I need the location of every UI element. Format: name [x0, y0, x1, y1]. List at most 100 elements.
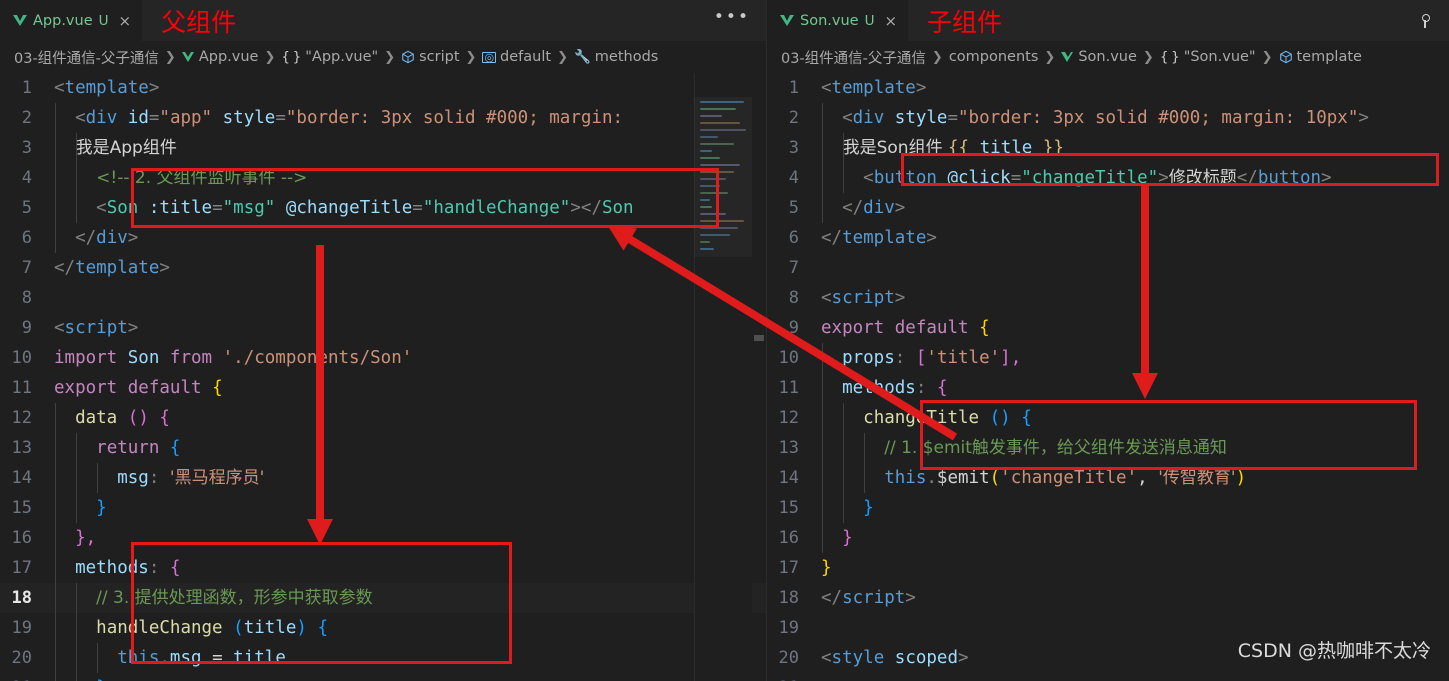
code-line[interactable]: 15 }	[0, 493, 766, 523]
code-token: template	[65, 78, 149, 98]
code-line[interactable]: 13 // 1. $emit触发事件，给父组件发送消息通知	[767, 433, 1449, 463]
code-line[interactable]: 13 return {	[0, 433, 766, 463]
code-line[interactable]: 16 }	[767, 523, 1449, 553]
indent-guide	[76, 463, 77, 493]
tab-son-vue[interactable]: Son.vue U ×	[767, 0, 908, 41]
code-token: </	[821, 228, 842, 248]
code-line[interactable]: 12 changeTitle () {	[767, 403, 1449, 433]
breadcrumb-item[interactable]: components	[949, 49, 1039, 65]
code-line[interactable]: 11export default {	[0, 373, 766, 403]
breadcrumb-item[interactable]: 🔧methods	[574, 49, 658, 65]
code-token	[821, 198, 842, 218]
minimap-left[interactable]	[694, 73, 752, 681]
code-line[interactable]: 4 <!-- 2. 父组件监听事件 -->	[0, 163, 766, 193]
code-line[interactable]: 1<template>	[0, 73, 766, 103]
code-line[interactable]: 7	[767, 253, 1449, 283]
code-token: =	[275, 108, 286, 128]
code-line[interactable]: 17 methods: {	[0, 553, 766, 583]
code-token: "changeTitle"	[1021, 168, 1158, 188]
code-token	[821, 528, 842, 548]
breadcrumb-left: 03-组件通信-父子通信❯App.vue❯{ }"App.vue"❯script…	[0, 41, 766, 73]
indent-guide	[822, 373, 823, 403]
line-number: 19	[0, 613, 54, 643]
code-line[interactable]: 21	[767, 673, 1449, 681]
code-line-content: <Son :title="msg" @changeTitle="handleCh…	[54, 193, 766, 223]
code-line[interactable]: 6</template>	[767, 223, 1449, 253]
breadcrumb-item[interactable]: Son.vue	[1061, 49, 1137, 65]
pin-editor-icon[interactable]	[1417, 13, 1433, 29]
code-line[interactable]: 3 我是App组件	[0, 133, 766, 163]
breadcrumb-separator: ❯	[931, 50, 944, 65]
breadcrumb-item[interactable]: 03-组件通信-父子通信	[781, 47, 926, 68]
line-number: 8	[767, 283, 821, 313]
code-line[interactable]: 5 </div>	[767, 193, 1449, 223]
code-line[interactable]: 15 }	[767, 493, 1449, 523]
code-line[interactable]: 12 data () {	[0, 403, 766, 433]
code-line[interactable]: 14 msg: '黑马程序员'	[0, 463, 766, 493]
indent-guide	[76, 673, 77, 681]
code-line[interactable]: 1<template>	[767, 73, 1449, 103]
code-token: title	[980, 138, 1033, 158]
code-line[interactable]: 20 this.msg = title	[0, 643, 766, 673]
line-number: 4	[767, 163, 821, 193]
code-token: export	[54, 378, 117, 398]
code-token: default	[895, 318, 969, 338]
code-line[interactable]: 19 handleChange (title) {	[0, 613, 766, 643]
code-token: <	[821, 288, 832, 308]
code-line[interactable]: 2 <div id="app" style="border: 3px solid…	[0, 103, 766, 133]
code-line[interactable]: 8<script>	[767, 283, 1449, 313]
breadcrumb-item[interactable]: template	[1279, 49, 1362, 65]
code-token	[117, 108, 128, 128]
code-token: :	[916, 378, 927, 398]
code-editor-right[interactable]: 1<template>2 <div style="border: 3px sol…	[767, 73, 1449, 681]
code-line[interactable]: 18</script>	[767, 583, 1449, 613]
breadcrumb-item[interactable]: script	[401, 49, 459, 65]
code-line-content: </div>	[821, 193, 1449, 223]
code-token: :	[895, 348, 906, 368]
breadcrumb-item[interactable]: ◎default	[482, 49, 551, 65]
code-line-content: <div id="app" style="border: 3px solid #…	[54, 103, 766, 133]
code-token: changeTitle	[863, 408, 979, 428]
code-line[interactable]: 10 props: ['title'],	[767, 343, 1449, 373]
code-token	[969, 318, 980, 338]
tab-app-vue[interactable]: App.vue U ×	[0, 0, 142, 41]
breadcrumb-item[interactable]: { }"Son.vue"	[1160, 49, 1256, 65]
code-line[interactable]: 17}	[767, 553, 1449, 583]
close-icon[interactable]: ×	[119, 14, 132, 29]
code-token: title	[244, 618, 297, 638]
close-icon[interactable]: ×	[884, 14, 897, 29]
code-line[interactable]: 9export default {	[767, 313, 1449, 343]
indent-guide	[843, 463, 844, 493]
code-token: msg	[170, 648, 202, 668]
code-line[interactable]: 6 </div>	[0, 223, 766, 253]
code-line[interactable]: 10import Son from './components/Son'	[0, 343, 766, 373]
code-editor-left[interactable]: 1<template>2 <div id="app" style="border…	[0, 73, 766, 681]
indent-guide	[822, 523, 823, 553]
code-line[interactable]: 2 <div style="border: 3px solid #000; ma…	[767, 103, 1449, 133]
code-line-content: return {	[54, 433, 766, 463]
code-line[interactable]: 11 methods: {	[767, 373, 1449, 403]
code-line[interactable]: 5 <Son :title="msg" @changeTitle="handle…	[0, 193, 766, 223]
code-line[interactable]: 18 // 3. 提供处理函数，形参中获取参数	[0, 583, 766, 613]
code-line[interactable]: 16 },	[0, 523, 766, 553]
code-token: @click	[947, 168, 1010, 188]
code-line[interactable]: 14 this.$emit('changeTitle', '传智教育')	[767, 463, 1449, 493]
code-line[interactable]: 9<script>	[0, 313, 766, 343]
indent-guide	[76, 163, 77, 193]
code-line-content: export default {	[821, 313, 1449, 343]
code-line[interactable]: 8	[0, 283, 766, 313]
minimap-slider[interactable]	[694, 97, 752, 257]
breadcrumb-item[interactable]: 03-组件通信-父子通信	[14, 47, 159, 68]
breadcrumb-item[interactable]: { }"App.vue"	[281, 49, 378, 65]
breadcrumb-item[interactable]: App.vue	[182, 49, 259, 65]
vertical-scrollbar-left[interactable]	[752, 73, 766, 681]
scrollbar-thumb[interactable]	[754, 335, 764, 341]
line-number: 21	[767, 673, 821, 681]
code-line[interactable]: 3 我是Son组件 {{ title }}	[767, 133, 1449, 163]
more-actions-icon[interactable]: •••	[714, 9, 750, 32]
code-token: </	[581, 198, 602, 218]
code-line[interactable]: 7</template>	[0, 253, 766, 283]
code-line[interactable]: 21 }	[0, 673, 766, 681]
code-token: return	[96, 438, 159, 458]
code-line[interactable]: 4 <button @click="changeTitle">修改标题</but…	[767, 163, 1449, 193]
